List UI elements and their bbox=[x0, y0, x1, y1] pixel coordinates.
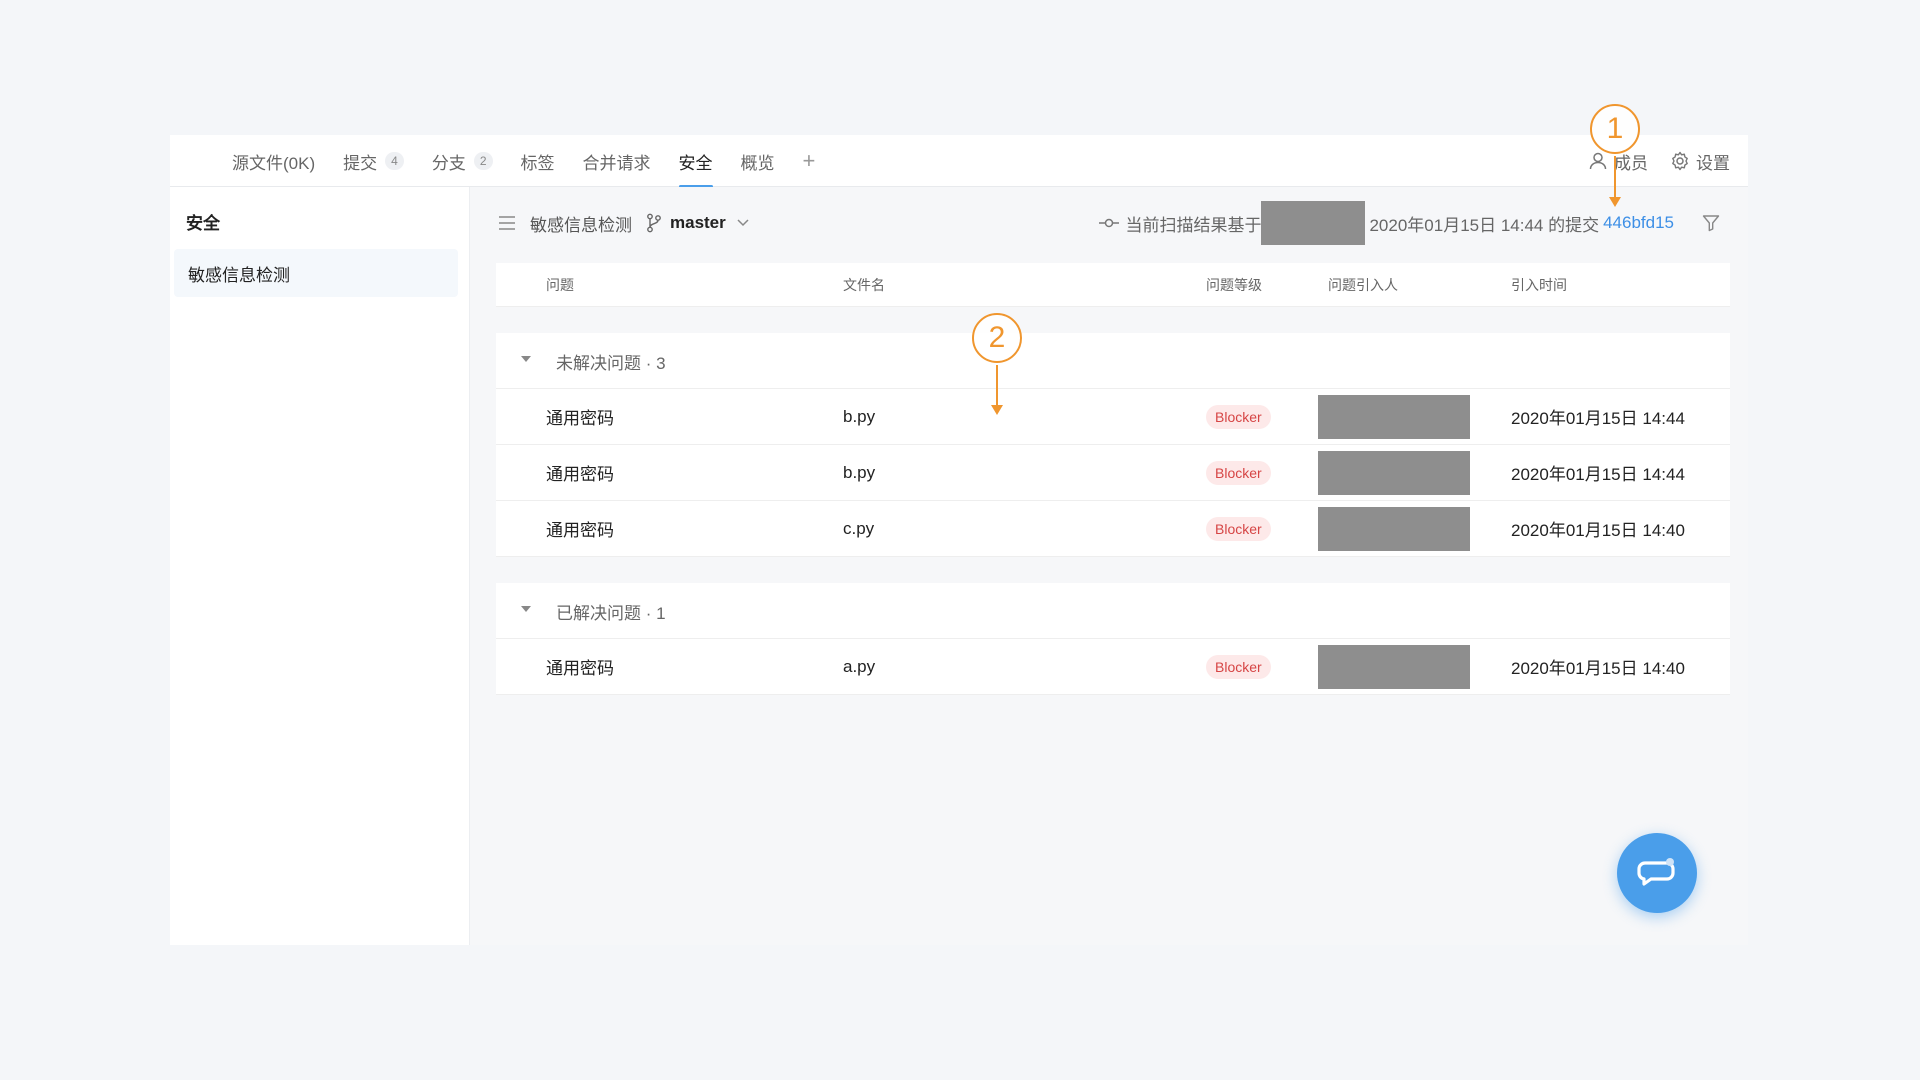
cell-time: 2020年01月15日 14:44 bbox=[1511, 465, 1685, 484]
annotation-line-1 bbox=[1614, 156, 1616, 198]
group-unresolved: 未解决问题 · 3 通用密码 b.py Blocker 2020年01月15日 … bbox=[496, 333, 1730, 557]
redacted-author bbox=[1318, 507, 1470, 551]
tab-label: 提交 bbox=[343, 153, 378, 173]
table-row[interactable]: 通用密码 b.py Blocker 2020年01月15日 14:44 bbox=[496, 445, 1730, 501]
sidebar-title: 安全 bbox=[186, 214, 220, 233]
main-panel: 敏感信息检测 master 当前扫描结果基于 2020年01月15日 14:44… bbox=[470, 187, 1748, 945]
cell-level: Blocker bbox=[1206, 389, 1271, 444]
chat-button[interactable] bbox=[1617, 833, 1697, 913]
add-tab-button[interactable]: + bbox=[803, 148, 816, 174]
filter-icon[interactable] bbox=[1702, 214, 1720, 232]
cell-issue: 通用密码 bbox=[546, 409, 614, 428]
top-tab-bar: 源文件(0K) 提交 4 分支 2 标签 合并请求 安全 概览 + 成员 设置 bbox=[170, 135, 1748, 188]
tab-security[interactable]: 安全 bbox=[678, 135, 713, 188]
chat-bubble-icon bbox=[1637, 858, 1675, 886]
annotation-arrow-1 bbox=[1609, 197, 1621, 207]
cell-issue: 通用密码 bbox=[546, 465, 614, 484]
group-resolved: 已解决问题 · 1 通用密码 a.py Blocker 2020年01月15日 … bbox=[496, 583, 1730, 695]
redacted-author bbox=[1318, 451, 1470, 495]
redacted-author bbox=[1318, 645, 1470, 689]
cell-time: 2020年01月15日 14:44 bbox=[1511, 409, 1685, 428]
tab-tags[interactable]: 标签 bbox=[521, 135, 555, 187]
gear-icon bbox=[1672, 151, 1688, 171]
tab-overview[interactable]: 概览 bbox=[741, 135, 775, 187]
tab-count-badge: 4 bbox=[385, 152, 404, 170]
cell-time: 2020年01月15日 14:40 bbox=[1511, 521, 1685, 540]
cell-level: Blocker bbox=[1206, 501, 1271, 556]
top-right-actions: 成员 设置 bbox=[1566, 135, 1730, 187]
settings-label: 设置 bbox=[1696, 153, 1730, 173]
blocker-badge: Blocker bbox=[1206, 460, 1271, 485]
caret-down-icon bbox=[521, 606, 531, 612]
group-title: 未解决问题 · 3 bbox=[556, 353, 666, 373]
column-header-issue: 问题 bbox=[546, 276, 574, 293]
annotation-marker-2: 2 bbox=[972, 313, 1022, 363]
sidebar: 安全 敏感信息检测 bbox=[170, 187, 470, 945]
column-header-level: 问题等级 bbox=[1206, 276, 1262, 293]
redacted-author bbox=[1318, 395, 1470, 439]
cell-file: b.py bbox=[843, 462, 876, 482]
blocker-badge: Blocker bbox=[1206, 404, 1271, 429]
settings-button[interactable]: 设置 bbox=[1670, 149, 1730, 174]
tab-branches[interactable]: 分支 2 bbox=[432, 135, 493, 187]
blocker-badge: Blocker bbox=[1206, 654, 1271, 679]
tabs: 源文件(0K) 提交 4 分支 2 标签 合并请求 安全 概览 + bbox=[232, 135, 816, 188]
cell-time: 2020年01月15日 14:40 bbox=[1511, 659, 1685, 678]
tab-label: 标签 bbox=[520, 153, 555, 173]
sidebar-item-sensitive-info[interactable]: 敏感信息检测 bbox=[174, 249, 458, 297]
redacted-block bbox=[1261, 201, 1366, 245]
menu-icon[interactable] bbox=[498, 215, 516, 231]
cell-issue: 通用密码 bbox=[546, 521, 614, 540]
cell-file: c.py bbox=[843, 518, 875, 538]
branch-selector[interactable]: master bbox=[670, 213, 726, 233]
table-header: 问题 文件名 问题等级 问题引入人 引入时间 bbox=[496, 263, 1730, 307]
table-row[interactable]: 通用密码 c.py Blocker 2020年01月15日 14:40 bbox=[496, 501, 1730, 557]
group-header-unresolved[interactable]: 未解决问题 · 3 bbox=[496, 333, 1730, 389]
tab-count-badge: 2 bbox=[473, 152, 493, 170]
cell-level: Blocker bbox=[1206, 445, 1271, 500]
table-row[interactable]: 通用密码 a.py Blocker 2020年01月15日 14:40 bbox=[496, 639, 1730, 695]
chevron-down-icon[interactable] bbox=[736, 218, 750, 228]
tab-label: 合并请求 bbox=[582, 153, 651, 173]
tab-label: 概览 bbox=[740, 153, 775, 173]
branch-icon bbox=[647, 213, 661, 233]
cell-level: Blocker bbox=[1206, 639, 1271, 694]
commit-icon bbox=[1099, 218, 1120, 228]
cell-file: a.py bbox=[843, 656, 876, 676]
annotation-line-2 bbox=[996, 365, 998, 407]
tab-label: 分支 bbox=[431, 153, 466, 173]
annotation-arrow-2 bbox=[991, 405, 1003, 415]
column-header-time: 引入时间 bbox=[1511, 276, 1567, 293]
scan-prefix-text: 当前扫描结果基于 bbox=[1125, 215, 1262, 235]
app-window: 源文件(0K) 提交 4 分支 2 标签 合并请求 安全 概览 + 成员 设置 安全… bbox=[170, 135, 1748, 945]
group-header-resolved[interactable]: 已解决问题 · 1 bbox=[496, 583, 1730, 639]
scan-suffix-text: 2020年01月15日 14:44 的提交 bbox=[1369, 215, 1600, 235]
toolbar-right: 当前扫描结果基于 2020年01月15日 14:44 的提交 446bfd15 bbox=[1099, 187, 1720, 259]
tab-merge-requests[interactable]: 合并请求 bbox=[583, 135, 651, 187]
caret-down-icon bbox=[521, 356, 531, 362]
annotation-marker-1: 1 bbox=[1590, 104, 1640, 154]
column-header-author: 问题引入人 bbox=[1328, 276, 1398, 293]
cell-issue: 通用密码 bbox=[546, 659, 614, 678]
issues-table: 问题 文件名 问题等级 问题引入人 引入时间 未解决问题 · 3 通用密码 b.… bbox=[496, 263, 1730, 695]
cell-file: b.py bbox=[843, 406, 876, 426]
column-header-file: 文件名 bbox=[843, 276, 885, 293]
toolbar: 敏感信息检测 master 当前扫描结果基于 2020年01月15日 14:44… bbox=[470, 187, 1748, 259]
commit-hash-link[interactable]: 446bfd15 bbox=[1603, 213, 1674, 233]
toolbar-title: 敏感信息检测 bbox=[530, 215, 632, 235]
blocker-badge: Blocker bbox=[1206, 516, 1271, 541]
tab-label: 源文件(0K) bbox=[232, 153, 316, 173]
group-title: 已解决问题 · 1 bbox=[556, 603, 666, 623]
table-row[interactable]: 通用密码 b.py Blocker 2020年01月15日 14:44 bbox=[496, 389, 1730, 445]
user-icon bbox=[1589, 152, 1607, 170]
tab-source[interactable]: 源文件(0K) bbox=[232, 135, 315, 187]
tab-label: 安全 bbox=[678, 153, 713, 173]
toolbar-left: 敏感信息检测 master bbox=[498, 187, 750, 259]
tab-commits[interactable]: 提交 4 bbox=[343, 135, 404, 187]
